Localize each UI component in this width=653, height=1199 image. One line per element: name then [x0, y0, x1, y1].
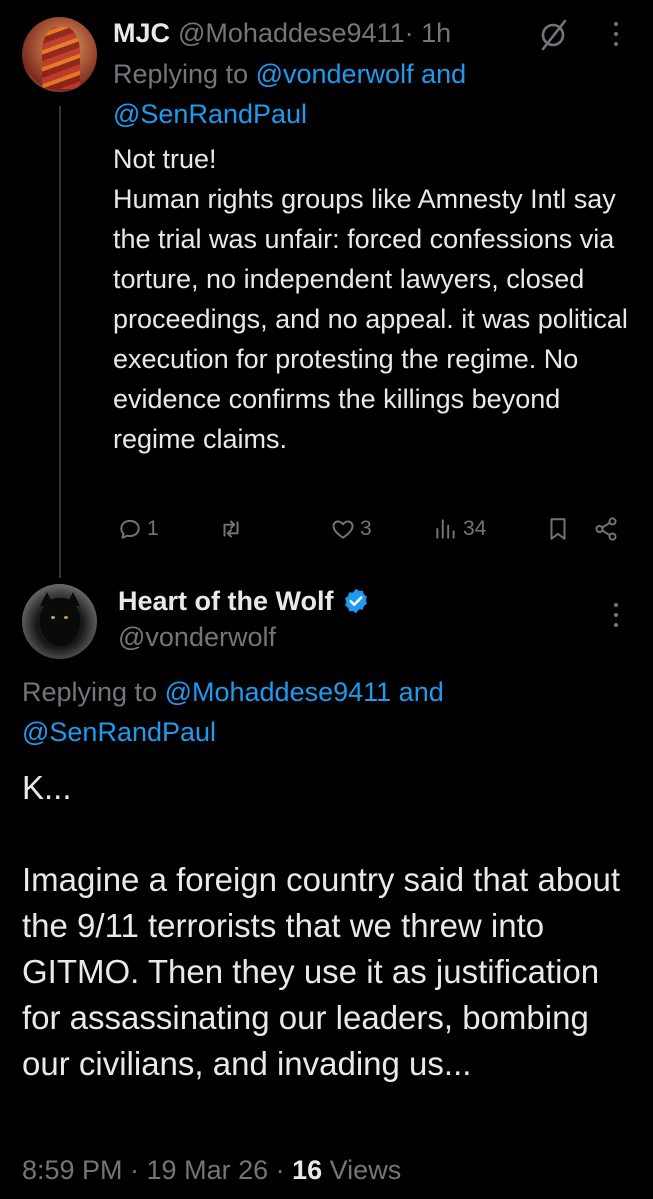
more-icon[interactable] — [612, 22, 620, 52]
display-name[interactable]: MJC — [113, 18, 170, 49]
post-text-line: Not true! — [113, 144, 217, 174]
share-icon — [595, 517, 617, 541]
replying-to-label: Replying to — [22, 677, 165, 707]
avatar-image — [40, 598, 80, 646]
verified-icon[interactable] — [342, 587, 370, 615]
mention-link[interactable]: @Mohaddese9411 — [165, 677, 392, 707]
main-tweet: Heart of the Wolf @vonderwolf Replying t… — [0, 575, 653, 1199]
post-time[interactable]: · 1h — [405, 18, 452, 49]
views-button[interactable]: 34 — [433, 510, 486, 548]
like-button[interactable]: 3 — [330, 510, 372, 548]
avatar[interactable] — [22, 584, 97, 659]
bookmark-icon — [550, 518, 566, 540]
handle[interactable]: @vonderwolf — [118, 618, 276, 656]
like-count: 3 — [360, 517, 372, 540]
reply-count: 1 — [147, 517, 159, 540]
post-meta: 8:59 PM · 19 Mar 26 · 16 Views — [22, 1150, 401, 1190]
reply-button[interactable]: 1 — [117, 510, 159, 548]
bookmark-button[interactable] — [545, 510, 575, 548]
avatar-image — [64, 616, 68, 619]
post-text-line: Imagine a foreign country said that abou… — [22, 861, 621, 1082]
replying-and: and — [413, 59, 467, 89]
mention-link[interactable]: @SenRandPaul — [22, 717, 216, 747]
replying-and: and — [391, 677, 444, 707]
views-label: Views — [322, 1155, 402, 1185]
replying-to: Replying to @Mohaddese9411 and @SenRandP… — [22, 672, 622, 752]
views-count: 16 — [292, 1155, 323, 1185]
replying-to-label: Replying to — [113, 59, 256, 89]
views-icon — [436, 519, 455, 539]
reply-tweet[interactable]: MJC @Mohaddese9411 · 1h Replying to @von… — [0, 0, 653, 575]
avatar-image — [42, 27, 80, 89]
reply-header: MJC @Mohaddese9411 · 1h — [113, 14, 451, 52]
action-bar: 1 3 34 — [113, 510, 633, 548]
display-name[interactable]: Heart of the Wolf — [118, 586, 334, 617]
handle[interactable]: @Mohaddese9411 — [178, 18, 405, 49]
avatar[interactable] — [22, 17, 97, 92]
post-timestamp[interactable]: 8:59 PM · 19 Mar 26 · — [22, 1155, 292, 1185]
main-header: Heart of the Wolf — [118, 582, 370, 620]
more-icon[interactable] — [612, 603, 620, 633]
reply-icon — [120, 519, 140, 539]
translate-icon[interactable] — [538, 18, 572, 52]
post-text: K... Imagine a foreign country said that… — [22, 765, 632, 1087]
repost-button[interactable] — [218, 510, 248, 548]
mention-link[interactable]: @vonderwolf — [256, 59, 414, 89]
views-count: 34 — [463, 517, 487, 540]
avatar-image — [51, 616, 55, 619]
share-button[interactable] — [593, 510, 623, 548]
like-icon — [332, 520, 354, 539]
post-text-line: Human rights groups like Amnesty Intl sa… — [113, 184, 628, 454]
post-text-line: K... — [22, 769, 72, 806]
post-text: Not true! Human rights groups like Amnes… — [113, 139, 638, 459]
mention-link[interactable]: @SenRandPaul — [113, 99, 307, 129]
replying-to: Replying to @vonderwolf and @SenRandPaul — [113, 54, 633, 134]
repost-icon — [223, 520, 239, 538]
